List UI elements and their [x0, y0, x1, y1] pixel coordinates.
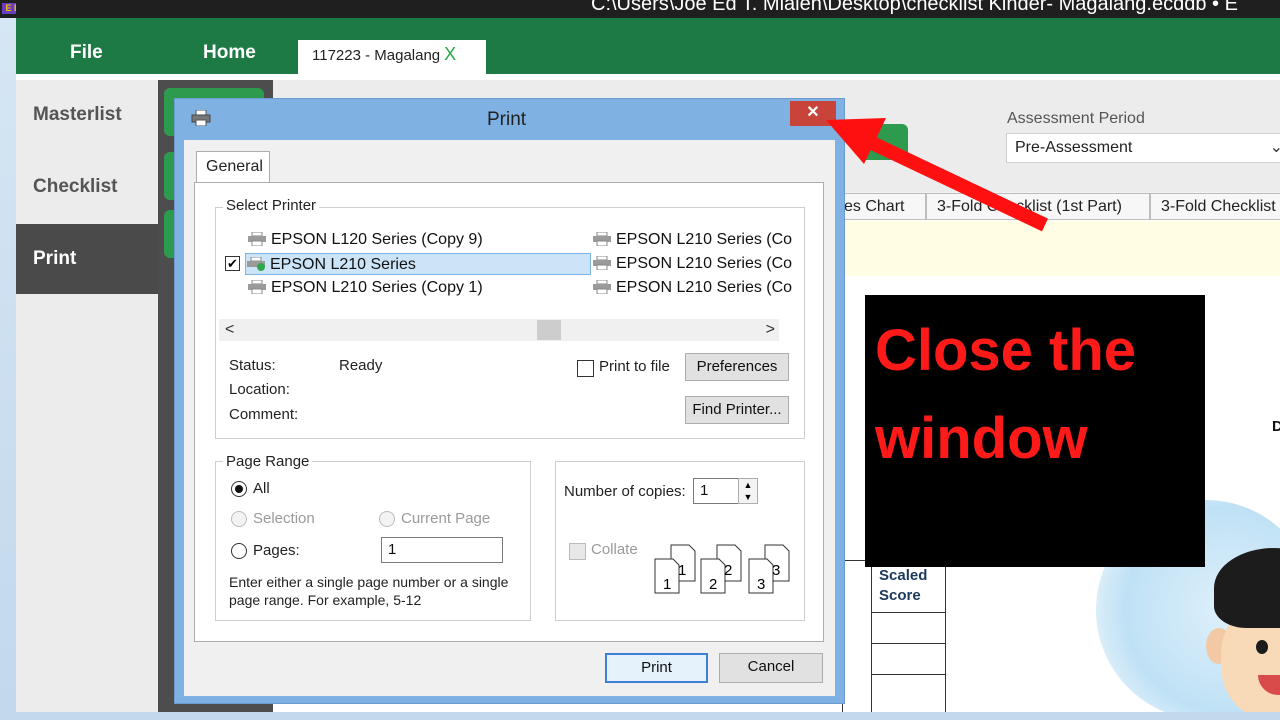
- table-cell: [842, 560, 872, 712]
- pages-label: Pages:: [253, 542, 300, 559]
- printer-name: EPSON L210 Series (Co: [616, 255, 793, 272]
- chevron-down-icon: ⌄: [1269, 139, 1280, 156]
- dialog-title: Print: [487, 109, 527, 130]
- document-tab-close-icon[interactable]: X: [444, 44, 456, 64]
- app-badge-bar: E D: [0, 0, 16, 18]
- printer-item[interactable]: EPSON L210 Series (Co: [592, 277, 804, 299]
- status-value: Ready: [339, 357, 383, 374]
- cancel-button[interactable]: Cancel: [719, 653, 823, 683]
- all-pages-label: All: [253, 480, 270, 497]
- ribbon-tab-file[interactable]: File: [70, 42, 103, 64]
- collate-pages-icon: 1 1 2 2 3 3: [654, 544, 790, 594]
- printer-name: EPSON L210 Series (Co: [616, 231, 793, 248]
- current-page-label: Current Page: [401, 510, 491, 527]
- printer-default-icon: [247, 257, 265, 271]
- table-divider: [871, 612, 946, 613]
- pages-input[interactable]: 1: [381, 537, 503, 563]
- tab-general[interactable]: General: [196, 151, 270, 183]
- printer-name: EPSON L120 Series (Copy 9): [271, 231, 483, 248]
- comment-label: Comment:: [229, 406, 299, 423]
- preview-letter: D: [1272, 418, 1280, 435]
- printer-item-selected[interactable]: EPSON L210 Series: [245, 253, 591, 275]
- collate-page-number: 3: [772, 562, 780, 579]
- ribbon-tab-home[interactable]: Home: [203, 42, 256, 64]
- select-printer-legend: Select Printer: [223, 197, 320, 214]
- print-button[interactable]: Print: [605, 653, 708, 683]
- window-title: C:\Users\Joe Ed T. Mialen\Desktop\checkl…: [591, 0, 1238, 15]
- page-range-hint-line1: Enter either a single page number or a s…: [229, 574, 509, 590]
- printer-item[interactable]: EPSON L210 Series (Co: [592, 229, 804, 251]
- printer-name: EPSON L210 Series (Copy 1): [271, 279, 483, 296]
- all-pages-radio[interactable]: [231, 481, 247, 497]
- collate-page-number: 2: [724, 562, 732, 579]
- annotation-line-2: window: [875, 406, 1088, 471]
- scaled-score-header: Scaled Score: [879, 567, 928, 604]
- dialog-close-button[interactable]: ✕: [790, 101, 836, 126]
- toolbar-green-button[interactable]: [858, 124, 908, 160]
- page-range-legend: Page Range: [223, 453, 313, 470]
- printer-name: EPSON L210 Series: [270, 256, 416, 273]
- printer-icon: [593, 256, 611, 270]
- document-tab-label: 117223 - Magalang: [312, 47, 441, 64]
- default-printer-checkbox[interactable]: ✔: [225, 256, 240, 271]
- selection-radio: [231, 511, 247, 527]
- printer-name: EPSON L210 Series (Co: [616, 279, 793, 296]
- general-tab-panel: Select Printer EPSON L120 Series (Copy 9…: [194, 182, 824, 642]
- assessment-period-label: Assessment Period: [1007, 110, 1145, 127]
- printer-list-scrollbar[interactable]: < >: [219, 319, 779, 341]
- current-page-radio: [379, 511, 395, 527]
- annotation-box: Close the window: [865, 295, 1205, 567]
- status-label: Status:: [229, 357, 276, 374]
- preferences-button[interactable]: Preferences: [685, 353, 789, 381]
- selection-label: Selection: [253, 510, 315, 527]
- printer-item[interactable]: EPSON L120 Series (Copy 9): [247, 229, 483, 251]
- printer-icon: [593, 232, 611, 246]
- collate-page-number: 1: [678, 562, 686, 579]
- sidebar-item-checklist[interactable]: Checklist: [16, 152, 158, 222]
- printer-icon: [191, 110, 211, 126]
- sidebar-item-print[interactable]: Print: [16, 224, 158, 294]
- assessment-period-select[interactable]: Pre-Assessment ⌄: [1006, 133, 1280, 163]
- copies-spinner[interactable]: ▲ ▼: [738, 478, 758, 504]
- cartoon-eye: [1256, 640, 1268, 654]
- ribbon: File Home 117223 - Magalang X: [16, 18, 1280, 76]
- page-range-hint-line2: page range. For example, 5-12: [229, 592, 422, 608]
- print-dialog: Print ✕ General Select Printer EPSON L12…: [174, 98, 845, 704]
- copies-input[interactable]: 1: [693, 478, 739, 504]
- annotation-line-1: Close the: [875, 318, 1137, 383]
- tab-3fold-checklist-2[interactable]: 3-Fold Checklist (: [1150, 193, 1280, 220]
- dialog-body: General Select Printer EPSON L120 Series…: [184, 140, 835, 696]
- app-badge: E D: [2, 3, 16, 14]
- printer-item[interactable]: EPSON L210 Series (Copy 1): [247, 277, 483, 299]
- table-divider: [871, 674, 946, 675]
- sidebar-item-masterlist[interactable]: Masterlist: [16, 80, 158, 150]
- print-to-file-checkbox[interactable]: [577, 360, 594, 377]
- print-to-file-label: Print to file: [599, 358, 670, 375]
- tab-3fold-checklist-1[interactable]: 3-Fold Checklist (1st Part): [926, 193, 1150, 220]
- printer-icon: [248, 280, 266, 294]
- tab-charts[interactable]: es Chart: [833, 193, 926, 220]
- printer-icon: [593, 280, 611, 294]
- collate-page-number: 3: [757, 576, 765, 593]
- find-printer-button[interactable]: Find Printer...: [685, 396, 789, 424]
- table-divider: [871, 643, 946, 644]
- collate-label: Collate: [591, 541, 638, 558]
- sidebar: Masterlist Checklist Print: [16, 80, 158, 712]
- scroll-left-icon[interactable]: <: [225, 321, 234, 339]
- collate-checkbox: [569, 543, 586, 560]
- window-titlebar: C:\Users\Joe Ed T. Mialen\Desktop\checkl…: [16, 0, 1280, 18]
- dialog-titlebar[interactable]: Print ✕: [175, 99, 844, 139]
- assessment-period-value: Pre-Assessment: [1015, 139, 1133, 156]
- printer-icon: [248, 232, 266, 246]
- document-tab[interactable]: 117223 - Magalang X: [298, 40, 486, 76]
- printer-item[interactable]: EPSON L210 Series (Co: [592, 253, 804, 275]
- location-label: Location:: [229, 381, 290, 398]
- scroll-right-icon[interactable]: >: [766, 321, 775, 339]
- pages-radio[interactable]: [231, 543, 247, 559]
- collate-page-number: 1: [663, 576, 671, 593]
- scroll-thumb[interactable]: [537, 320, 561, 340]
- copies-label: Number of copies:: [564, 483, 686, 500]
- collate-page-number: 2: [709, 576, 717, 593]
- close-icon: ✕: [806, 104, 820, 121]
